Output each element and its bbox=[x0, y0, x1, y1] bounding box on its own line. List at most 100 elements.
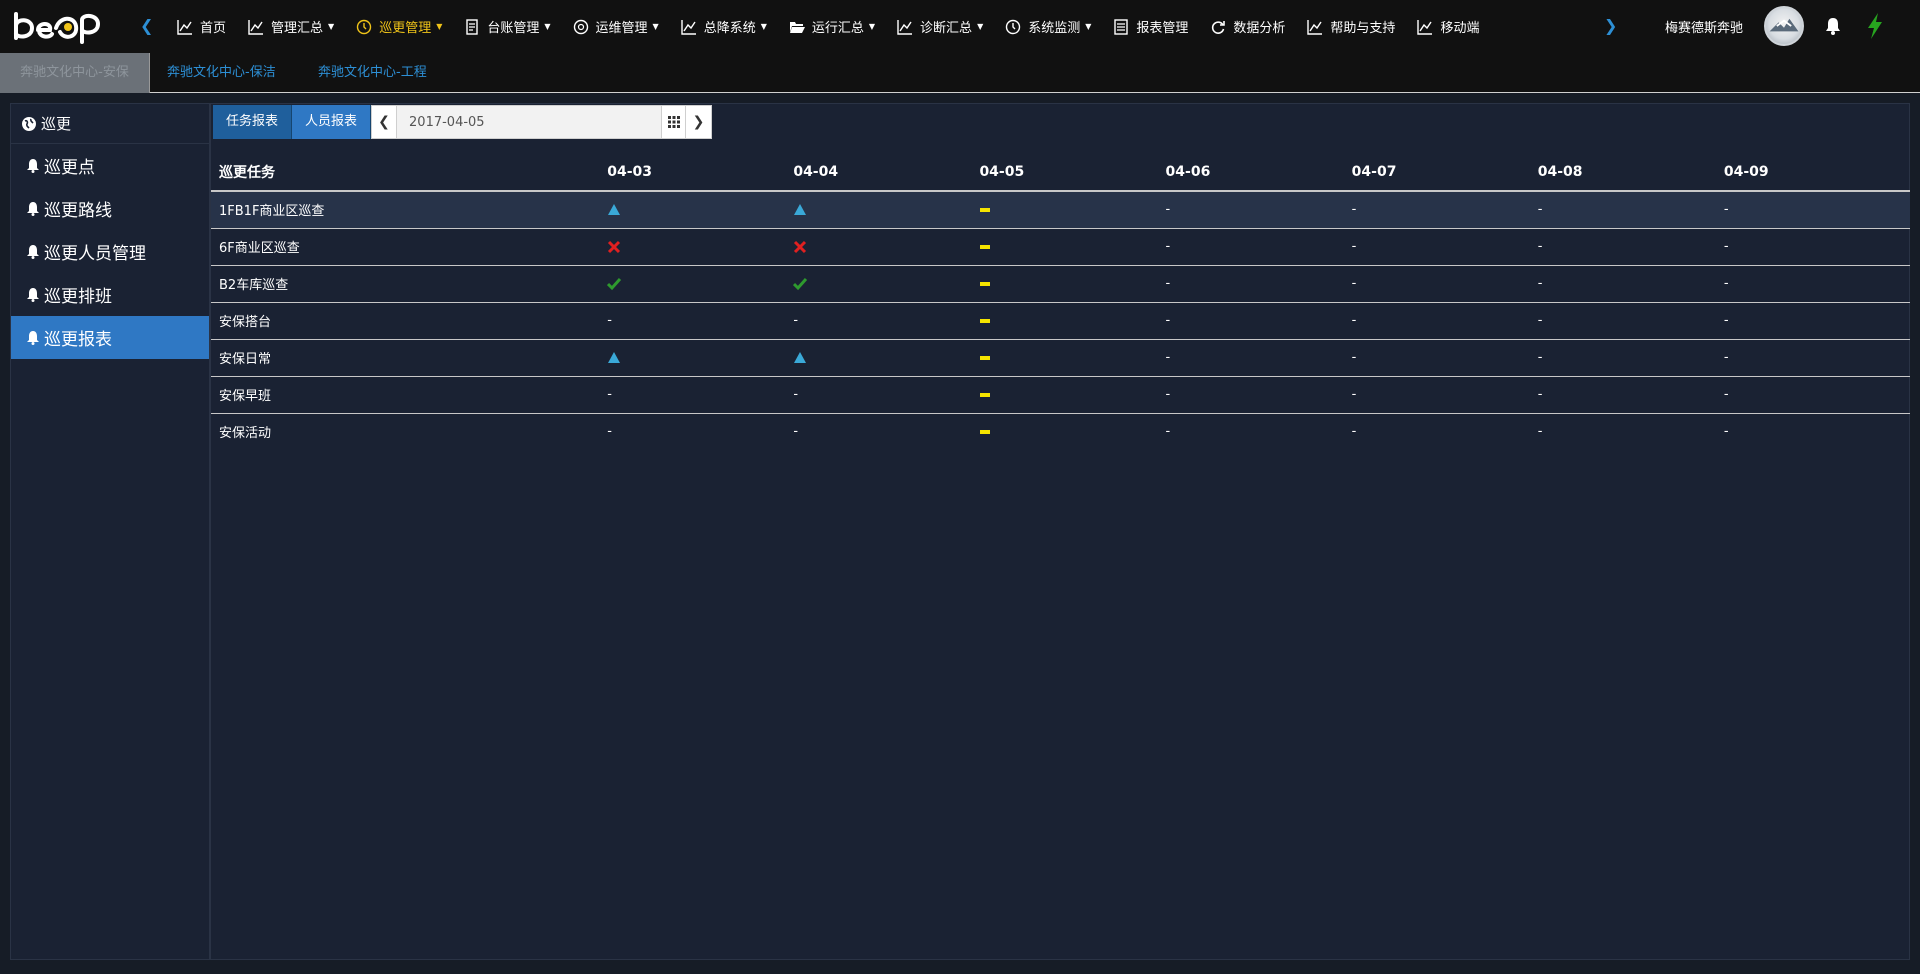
nav-item-label: 巡更管理 bbox=[379, 21, 432, 36]
warning-triangle-icon bbox=[607, 203, 621, 217]
nav-item-9[interactable]: 报表管理 bbox=[1102, 0, 1199, 53]
table-row[interactable]: 安保搭台 - - - - - - bbox=[211, 302, 1910, 340]
bell-icon[interactable] bbox=[1823, 16, 1843, 36]
status-cell: - bbox=[1165, 302, 1352, 340]
nav-item-label: 移动端 bbox=[1440, 21, 1480, 36]
tab-cleaning[interactable]: 奔驰文化中心-保洁 bbox=[167, 53, 276, 93]
gauge-icon bbox=[573, 19, 589, 35]
status-cell bbox=[607, 228, 794, 266]
sidebar-item-label: 巡更排班 bbox=[44, 287, 112, 307]
nav-item-12[interactable]: 移动端 bbox=[1406, 0, 1490, 53]
nav-item-10[interactable]: 数据分析 bbox=[1199, 0, 1296, 53]
empty-status: - bbox=[1351, 239, 1357, 254]
table-row[interactable]: 安保活动 - - - - - - bbox=[211, 413, 1910, 450]
top-navbar: ❮ 首页 管理汇总 ▼ 巡更管理 ▼ 台账管理 ▼ 运维管理 ▼ 总降系统 ▼ 运行汇总 ▼ 诊断汇总 ▼ 系… bbox=[0, 0, 1920, 53]
calendar-grid-icon[interactable] bbox=[661, 106, 687, 138]
nav-item-label: 系统监测 bbox=[1028, 21, 1081, 36]
pending-bar-icon bbox=[979, 388, 993, 402]
sidebar-item-2[interactable]: 巡更人员管理 bbox=[11, 230, 209, 273]
folder-open-icon bbox=[789, 19, 805, 35]
nav-item-5[interactable]: 总降系统 ▼ bbox=[670, 0, 778, 53]
status-cell: - bbox=[1723, 302, 1910, 340]
avatar[interactable] bbox=[1764, 6, 1804, 46]
brand-logo[interactable] bbox=[12, 8, 102, 46]
task-name-cell: B2车库巡查 bbox=[211, 265, 608, 303]
empty-status: - bbox=[1723, 313, 1729, 328]
sidebar-item-3[interactable]: 巡更排班 bbox=[11, 273, 209, 316]
empty-status: - bbox=[1537, 276, 1543, 291]
status-cell: - bbox=[1723, 339, 1910, 377]
table-row[interactable]: 6F商业区巡查 - - - - bbox=[211, 228, 1910, 266]
check-icon bbox=[793, 277, 808, 291]
person-report-button[interactable]: 人员报表 bbox=[292, 105, 372, 139]
empty-status: - bbox=[1537, 350, 1543, 365]
nav-item-0[interactable]: 首页 bbox=[166, 0, 237, 53]
empty-status: - bbox=[1351, 202, 1357, 218]
empty-status: - bbox=[607, 313, 612, 328]
empty-status: - bbox=[1723, 202, 1729, 218]
caret-down-icon: ▼ bbox=[436, 22, 443, 31]
table-row[interactable]: 安保早班 - - - - - - bbox=[211, 376, 1910, 414]
nav-item-4[interactable]: 运维管理 ▼ bbox=[562, 0, 670, 53]
nav-item-8[interactable]: 系统监测 ▼ bbox=[994, 0, 1102, 53]
nav-item-11[interactable]: 帮助与支持 bbox=[1296, 0, 1406, 53]
nav-item-7[interactable]: 诊断汇总 ▼ bbox=[886, 0, 994, 53]
table-row[interactable]: 安保日常 - - - - bbox=[211, 339, 1910, 377]
sidebar-item-0[interactable]: 巡更点 bbox=[11, 144, 209, 187]
status-cell bbox=[793, 265, 980, 303]
status-cell: - bbox=[1351, 265, 1538, 303]
task-name-cell: 安保早班 bbox=[211, 376, 608, 414]
task-name-cell: 6F商业区巡查 bbox=[211, 228, 608, 266]
pending-bar-icon bbox=[979, 240, 993, 254]
table-row[interactable]: 1FB1F商业区巡查 - - - - bbox=[211, 191, 1910, 229]
empty-status: - bbox=[1723, 276, 1729, 291]
date-input[interactable] bbox=[397, 106, 662, 138]
pending-bar-icon bbox=[979, 351, 993, 365]
status-cell: - bbox=[1723, 228, 1910, 266]
task-report-button[interactable]: 任务报表 bbox=[213, 105, 293, 139]
status-cell bbox=[607, 191, 794, 229]
nav-item-label: 运行汇总 bbox=[811, 21, 864, 36]
empty-status: - bbox=[1537, 239, 1543, 254]
date-next-button[interactable]: ❯ bbox=[686, 106, 712, 138]
warning-triangle-icon bbox=[793, 351, 807, 365]
status-cell: - bbox=[793, 376, 980, 414]
tab-security[interactable]: 奔驰文化中心-安保 bbox=[0, 53, 150, 93]
sidebar-item-label: 巡更人员管理 bbox=[44, 244, 146, 264]
status-cell: - bbox=[1351, 376, 1538, 414]
column-header-date: 04-06 bbox=[1165, 153, 1352, 192]
bell-icon bbox=[27, 158, 39, 173]
nav-item-6[interactable]: 运行汇总 ▼ bbox=[778, 0, 886, 53]
status-cell: - bbox=[1537, 228, 1724, 266]
bolt-icon[interactable] bbox=[1866, 13, 1884, 39]
status-cell: - bbox=[1352, 413, 1538, 450]
cross-icon bbox=[607, 240, 621, 254]
nav-item-3[interactable]: 台账管理 ▼ bbox=[453, 0, 561, 53]
column-header-date: 04-07 bbox=[1351, 153, 1538, 192]
table-header-row: 巡更任务 04-03 04-04 04-05 04-06 04-07 04-08 04-09 bbox=[211, 153, 1910, 192]
empty-status: - bbox=[1165, 387, 1171, 402]
sidebar-item-label: 巡更路线 bbox=[44, 201, 112, 221]
sidebar-item-4[interactable]: 巡更报表 bbox=[11, 316, 209, 359]
warning-triangle-icon bbox=[793, 203, 807, 217]
file-icon bbox=[464, 18, 480, 35]
date-prev-button[interactable]: ❮ bbox=[372, 106, 398, 138]
refresh-icon bbox=[1210, 19, 1226, 35]
status-cell: - bbox=[1351, 339, 1538, 377]
status-cell: - bbox=[1723, 265, 1910, 303]
user-name[interactable]: 梅赛德斯奔驰 bbox=[1665, 17, 1743, 36]
sidebar-item-1[interactable]: 巡更路线 bbox=[11, 187, 209, 230]
empty-status: - bbox=[607, 424, 612, 440]
location-tabs: 奔驰文化中心-安保 奔驰文化中心-保洁 奔驰文化中心-工程 bbox=[0, 53, 1920, 93]
nav-scroll-right-icon[interactable]: ❯ bbox=[1604, 16, 1617, 35]
status-cell bbox=[793, 228, 980, 266]
nav-item-label: 总降系统 bbox=[703, 21, 756, 36]
nav-item-2[interactable]: 巡更管理 ▼ bbox=[345, 0, 453, 53]
tab-engineering[interactable]: 奔驰文化中心-工程 bbox=[318, 53, 427, 93]
nav-scroll-left-icon[interactable]: ❮ bbox=[140, 16, 153, 35]
nav-item-label: 帮助与支持 bbox=[1330, 21, 1396, 36]
status-cell: - bbox=[1165, 191, 1352, 229]
empty-status: - bbox=[793, 313, 799, 328]
nav-item-1[interactable]: 管理汇总 ▼ bbox=[237, 0, 345, 53]
table-row[interactable]: B2车库巡查 - - - - bbox=[211, 265, 1910, 303]
